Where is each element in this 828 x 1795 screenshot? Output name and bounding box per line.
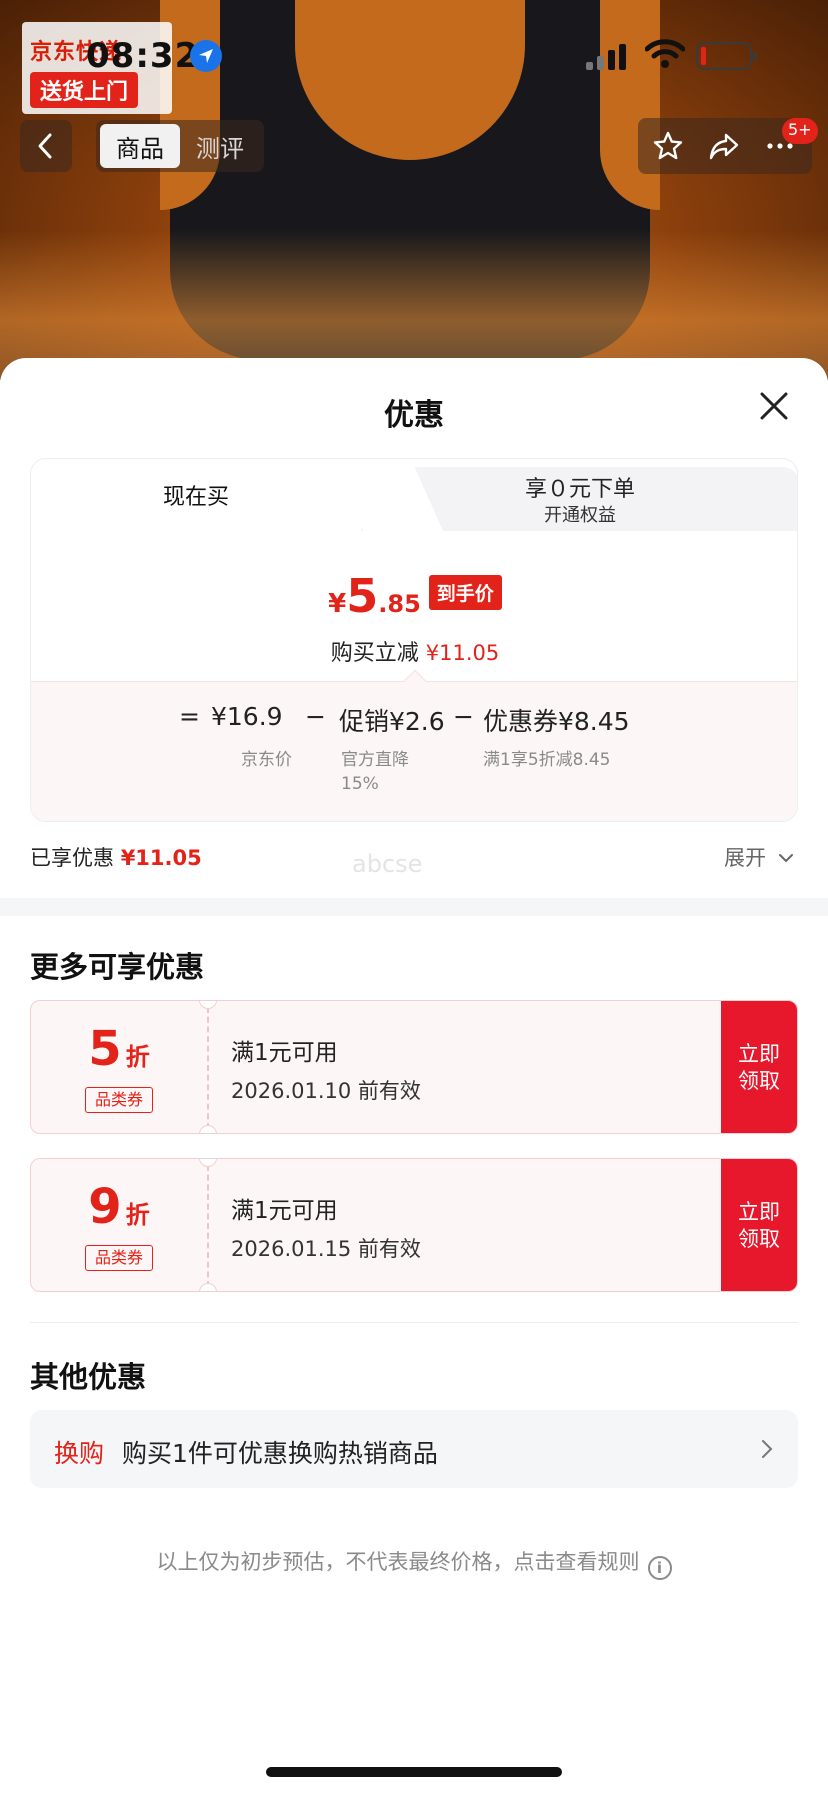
final-price-integer: 5 [346, 569, 379, 623]
expand-button[interactable]: 展开 [724, 842, 795, 872]
info-icon: i [647, 1556, 672, 1580]
calc-promo: 促销¥2.6 [339, 707, 445, 736]
enjoyed-label: 已享优惠 [30, 846, 114, 870]
tab-buy-now[interactable]: 现在买 [31, 459, 361, 531]
claim-line2: 领取 [738, 1227, 780, 1251]
reduction-label: 购买立减 [330, 641, 419, 666]
coupon-validity: 2026.01.15 前有效 [231, 1237, 421, 1261]
message-count-badge: 5+ [782, 118, 818, 144]
location-arrow-icon [190, 40, 222, 72]
coupon-condition: 满1元可用 [231, 1198, 338, 1224]
calc-promo-label: 官方直降 15% [341, 748, 409, 796]
close-icon[interactable] [756, 388, 792, 424]
calc-minus-1: − [305, 702, 326, 731]
final-price-decimal: .85 [378, 590, 421, 618]
calc-coupon-label: 满1享5折减8.45 [483, 750, 611, 770]
price-disclaimer[interactable]: 以上仅为初步预估，不代表最终价格，点击查看规则 i [0, 1546, 828, 1580]
coupon-value: 9折 品类券 [31, 1159, 207, 1291]
enjoyed-amount: ¥11.05 [120, 846, 202, 870]
watermark: abcse [352, 850, 423, 878]
more-offers-title: 更多可享优惠 [30, 950, 205, 984]
price-breakdown-card: 享０元下单 开通权益 现在买 ¥5.85 到手价 购买立减 ¥11.05 = ¥1… [30, 458, 798, 822]
instant-reduction: 购买立减 ¥11.05 [31, 635, 797, 667]
coupon-discount: 5 [88, 1021, 122, 1077]
expand-label: 展开 [724, 846, 766, 870]
wifi-icon [645, 39, 685, 68]
badge-line2: 送货上门 [30, 72, 139, 108]
coupon-value: 5折 品类券 [31, 1001, 207, 1133]
coupon-card: 9折 品类券 满1元可用 2026.01.15 前有效 立即 领取 [30, 1158, 798, 1292]
coupon-validity: 2026.01.10 前有效 [231, 1079, 421, 1103]
tab-product[interactable]: 商品 [100, 124, 180, 168]
claim-line2: 领取 [738, 1069, 780, 1093]
promo-label-line1: 官方直降 [341, 750, 409, 770]
calc-minus-2: − [453, 702, 474, 731]
status-time: 08:32 [86, 36, 200, 76]
coupon-kind: 品类券 [85, 1087, 153, 1113]
calc-equals: = [179, 702, 200, 731]
final-price-currency: ¥ [328, 589, 347, 619]
discount-sheet: 优惠 享０元下单 开通权益 现在买 ¥5.85 到手价 购买立减 ¥11.05 =… [0, 358, 828, 1795]
claim-line1: 立即 [738, 1042, 780, 1066]
calc-base-label: 京东价 [241, 750, 292, 770]
other-offers-title: 其他优惠 [30, 1360, 147, 1394]
coupon-unit: 折 [125, 1043, 150, 1071]
home-indicator[interactable] [266, 1767, 562, 1777]
battery-icon [696, 42, 757, 70]
cellular-signal-icon [586, 42, 630, 70]
chevron-down-icon [778, 854, 793, 863]
coupon-unit: 折 [125, 1201, 150, 1229]
chevron-left-icon [38, 133, 52, 159]
disclaimer-text: 以上仅为初步预估，不代表最终价格，点击查看规则 [156, 1550, 640, 1574]
coupon-kind: 品类券 [85, 1245, 153, 1271]
final-price: ¥5.85 到手价 [31, 569, 797, 623]
swap-text: 购买1件可优惠换购热销商品 [122, 1439, 438, 1468]
claim-coupon-button[interactable]: 立即 领取 [721, 1001, 797, 1133]
coupon-card: 5折 品类券 满1元可用 2026.01.10 前有效 立即 领取 [30, 1000, 798, 1134]
coupon-condition: 满1元可用 [231, 1040, 338, 1066]
content-divider [30, 1322, 798, 1323]
swap-tag: 换购 [54, 1439, 105, 1468]
enjoyed-discount: 已享优惠 ¥11.05 [30, 842, 202, 872]
calc-base-price: ¥16.9 [211, 702, 283, 731]
claim-line1: 立即 [738, 1200, 780, 1224]
share-icon[interactable] [708, 130, 740, 162]
coupon-discount: 9 [88, 1179, 122, 1235]
price-calculation: = ¥16.9 − 促销¥2.6 − 优惠券¥8.45 京东价 官方直降 15%… [31, 681, 797, 821]
reduction-amount: ¥11.05 [425, 641, 500, 665]
tab-review[interactable]: 测评 [180, 124, 260, 168]
swap-offer-row[interactable]: 换购 购买1件可优惠换购热销商品 [30, 1410, 798, 1488]
back-button[interactable] [20, 120, 72, 172]
claim-coupon-button[interactable]: 立即 领取 [721, 1159, 797, 1291]
calc-coupon: 优惠券¥8.45 [483, 707, 630, 736]
section-divider [0, 898, 828, 916]
chevron-right-icon [762, 1440, 773, 1458]
product-nav-tabs: 商品 测评 [96, 120, 264, 172]
star-icon[interactable] [652, 130, 684, 162]
promo-label-line2: 15% [341, 774, 379, 794]
sheet-title: 优惠 [384, 398, 444, 433]
final-price-tag: 到手价 [428, 575, 502, 610]
